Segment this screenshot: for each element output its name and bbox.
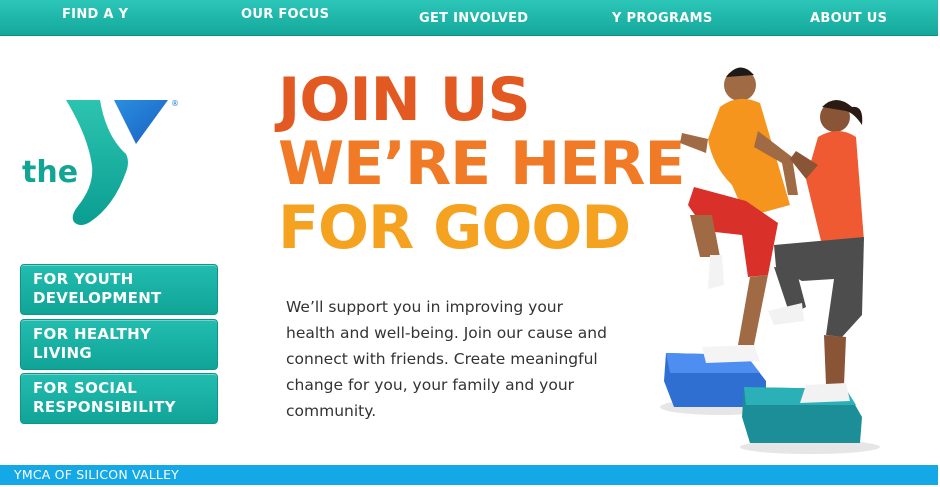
nav-our-focus[interactable]: OUR FOCUS (241, 0, 329, 32)
headline-line-1: JOIN US (278, 65, 531, 135)
hero-body-copy: We’ll support you in improving your heal… (286, 298, 607, 420)
footer-org-name[interactable]: YMCA OF SILICON VALLEY (14, 467, 179, 482)
nav-find-a-y[interactable]: FIND A Y (62, 0, 128, 32)
nav-about-us[interactable]: ABOUT US (810, 1, 887, 36)
youth-development-label: FOR YOUTH DEVELOPMENT (33, 270, 162, 307)
headline-line-2: WE’RE HERE (278, 129, 685, 199)
healthy-living-button[interactable]: FOR HEALTHY LIVING (20, 319, 218, 370)
hero-photo (650, 55, 920, 455)
ymca-logo[interactable]: YMCA ® the (18, 96, 186, 228)
social-responsibility-label: FOR SOCIAL RESPONSIBILITY (33, 379, 176, 416)
youth-development-button[interactable]: FOR YOUTH DEVELOPMENT (20, 264, 218, 315)
headline-line-3: FOR GOOD (278, 193, 631, 263)
top-nav: FIND A Y OUR FOCUS GET INVOLVED Y PROGRA… (0, 0, 938, 36)
healthy-living-label: FOR HEALTHY LIVING (33, 325, 152, 362)
nav-y-programs[interactable]: Y PROGRAMS (612, 1, 713, 36)
footer-bar: YMCA OF SILICON VALLEY (0, 465, 938, 485)
nav-get-involved[interactable]: GET INVOLVED (419, 1, 528, 36)
social-responsibility-button[interactable]: FOR SOCIAL RESPONSIBILITY (20, 373, 218, 424)
y-logo-icon: YMCA ® the (22, 99, 179, 225)
svg-text:the: the (22, 155, 78, 190)
hero-headline: JOIN US WE’RE HERE FOR GOOD (278, 65, 685, 263)
svg-text:®: ® (171, 99, 179, 108)
